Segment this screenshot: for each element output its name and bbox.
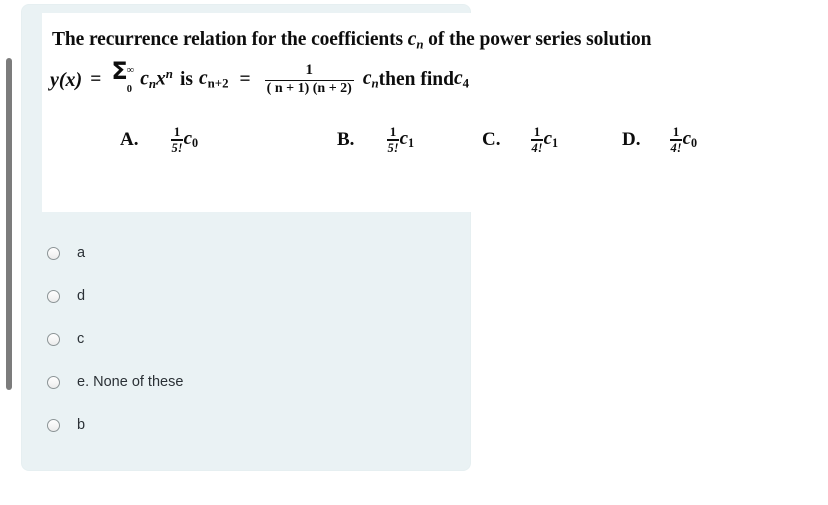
answer-options-list: a d c e. None of these b [47, 243, 447, 458]
answer-choice-b-letter: B. [337, 128, 355, 150]
series-coefficient-subscript: n [148, 77, 157, 92]
answer-choice-a-fraction: 1 5! [171, 124, 183, 155]
summation-lower-limit: 0 [126, 83, 132, 95]
answer-choice-a-expression: 1 5! c0 [171, 125, 198, 155]
recurrence-fraction: 1 ( n + 1) (n + 2) [264, 61, 354, 97]
stem-suffix-text: of the power series solution [423, 29, 652, 50]
answer-choice-d-coef-symbol: c [682, 128, 692, 150]
answer-choice-c-denominator: 4! [531, 140, 543, 155]
target-coefficient-subscript: 4 [462, 76, 470, 91]
answer-choice-d-denominator: 4! [670, 140, 682, 155]
option-row-e[interactable]: e. None of these [47, 372, 447, 393]
answer-choice-a-coef-symbol: c [183, 128, 193, 150]
answer-choice-c-letter: C. [482, 128, 501, 150]
answer-choice-b-expression: 1 5! c1 [387, 125, 414, 155]
lhs-coefficient-subscript: n+2 [207, 76, 229, 91]
question-stem-line-2: y(x) = Σ ∞ 0 cnxn is cn+2 = 1 ( n + 1) (… [50, 59, 469, 101]
option-label-c: c [77, 331, 85, 348]
equals-sign-2: = [239, 69, 251, 90]
answer-choice-d: D. 1 4! c0 [622, 125, 697, 155]
summation-operator: Σ ∞ 0 [111, 59, 134, 101]
radio-button-e[interactable] [47, 376, 60, 389]
radio-button-a[interactable] [47, 247, 60, 260]
answer-choice-c-fraction: 1 4! [531, 124, 543, 155]
answer-choice-row: A. 1 5! c0 B. 1 5! c1 C. 1 4! c1 D. 1 4!… [52, 125, 822, 191]
radio-button-b[interactable] [47, 419, 60, 432]
option-row-b[interactable]: b [47, 415, 447, 436]
option-label-a: a [77, 245, 86, 262]
page-scrollbar[interactable] [6, 58, 12, 390]
radio-button-c[interactable] [47, 333, 60, 346]
answer-choice-b-coef-subscript: 1 [408, 136, 415, 151]
option-label-e: e. None of these [77, 374, 184, 391]
question-image: The recurrence relation for the coeffici… [42, 13, 828, 212]
answer-choice-a: A. 1 5! c0 [120, 125, 198, 155]
option-row-a[interactable]: a [47, 243, 447, 264]
stem-prefix-text: The recurrence relation for the coeffici… [52, 29, 408, 50]
answer-choice-a-numerator: 1 [173, 124, 181, 139]
answer-choice-d-letter: D. [622, 128, 641, 150]
answer-choice-c-expression: 1 4! c1 [531, 125, 558, 155]
answer-choice-c-coefficient: c1 [544, 128, 559, 151]
sigma-icon: Σ [111, 57, 128, 85]
answer-choice-c-numerator: 1 [533, 124, 541, 139]
answer-choice-b-coef-symbol: c [399, 128, 408, 150]
answer-choice-c-coef-symbol: c [543, 128, 553, 150]
answer-choice-b-denominator: 5! [387, 140, 399, 155]
answer-choice-c: C. 1 4! c1 [482, 125, 558, 155]
then-find-text: then find [378, 69, 454, 90]
equals-sign-1: = [90, 69, 102, 90]
answer-choice-d-fraction: 1 4! [670, 124, 682, 155]
is-keyword: is [179, 69, 193, 90]
answer-choice-d-coefficient: c0 [683, 128, 698, 151]
option-label-d: d [77, 288, 86, 305]
answer-choice-a-denominator: 5! [171, 140, 183, 155]
series-variable-x: x [156, 68, 166, 90]
answer-choice-b-fraction: 1 5! [387, 124, 399, 155]
answer-choice-b-coefficient: c1 [400, 128, 415, 151]
function-y-of-x: y(x) [50, 68, 83, 91]
answer-choice-d-numerator: 1 [672, 124, 680, 139]
answer-choice-c-coef-subscript: 1 [552, 136, 559, 151]
series-coefficient: c [140, 68, 149, 90]
fraction-denominator: ( n + 1) (n + 2) [266, 81, 352, 97]
question-stem-line-1: The recurrence relation for the coeffici… [52, 29, 652, 53]
answer-choice-a-coef-subscript: 0 [192, 136, 199, 151]
summation-limits: ∞ 0 [126, 65, 135, 95]
radio-button-d[interactable] [47, 290, 60, 303]
option-row-c[interactable]: c [47, 329, 447, 350]
lhs-coefficient: c [198, 68, 208, 90]
rhs-coefficient-subscript: n [371, 76, 379, 91]
rhs-coefficient: c [362, 68, 372, 90]
summation-upper-limit: ∞ [126, 65, 135, 76]
answer-choice-a-letter: A. [120, 128, 139, 150]
fraction-numerator: 1 [305, 61, 314, 78]
target-coefficient: c [454, 68, 463, 90]
answer-choice-a-coefficient: c0 [184, 128, 199, 151]
option-row-d[interactable]: d [47, 286, 447, 307]
answer-choice-d-coef-subscript: 0 [691, 136, 698, 151]
option-label-b: b [77, 417, 86, 434]
answer-choice-b: B. 1 5! c1 [337, 125, 414, 155]
answer-choice-d-expression: 1 4! c0 [670, 125, 697, 155]
series-exponent: n [165, 67, 173, 82]
answer-choice-b-numerator: 1 [389, 124, 397, 139]
